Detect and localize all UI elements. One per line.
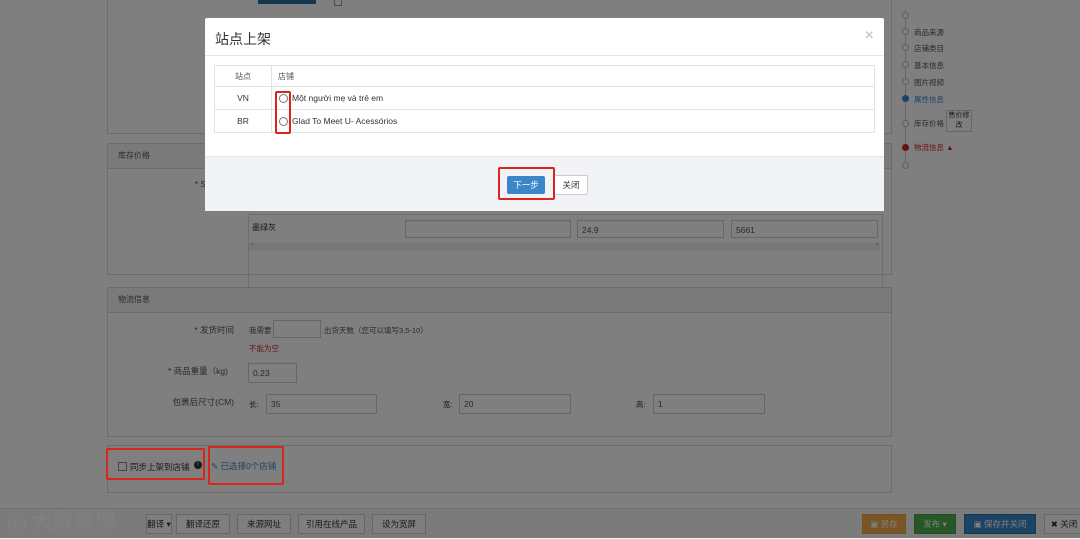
column-header-site: 站点	[214, 65, 272, 87]
store-name: Một người mẹ và trẻ em	[292, 92, 384, 103]
store-table: 站点 店铺 VN Một người mẹ và trẻ em BR Glad …	[214, 65, 875, 133]
store-cell: Glad To Meet U- Acessórios	[271, 109, 875, 133]
store-cell: Một người mẹ và trẻ em	[271, 86, 875, 110]
modal-close-icon[interactable]: ×	[865, 27, 874, 45]
site-cell: VN	[214, 86, 272, 110]
highlight-selected-stores	[208, 446, 284, 485]
site-cell: BR	[214, 109, 272, 133]
table-row: VN Một người mẹ và trẻ em	[214, 86, 875, 110]
site-listing-modal: 站点上架 × 站点 店铺 VN Một người mẹ và trẻ em B…	[205, 18, 884, 211]
modal-footer: 下一步 关闭	[205, 156, 884, 211]
modal-divider	[205, 55, 884, 56]
highlight-next-button	[498, 167, 555, 200]
table-row: BR Glad To Meet U- Acessórios	[214, 109, 875, 133]
column-header-store: 店铺	[271, 65, 875, 87]
highlight-radio-buttons	[275, 91, 291, 134]
modal-close-button[interactable]: 关闭	[554, 175, 588, 195]
table-header-row: 站点 店铺	[214, 65, 875, 87]
highlight-sync-checkbox	[106, 448, 205, 480]
store-name: Glad To Meet U- Acessórios	[292, 115, 398, 126]
modal-title: 站点上架	[215, 31, 271, 47]
